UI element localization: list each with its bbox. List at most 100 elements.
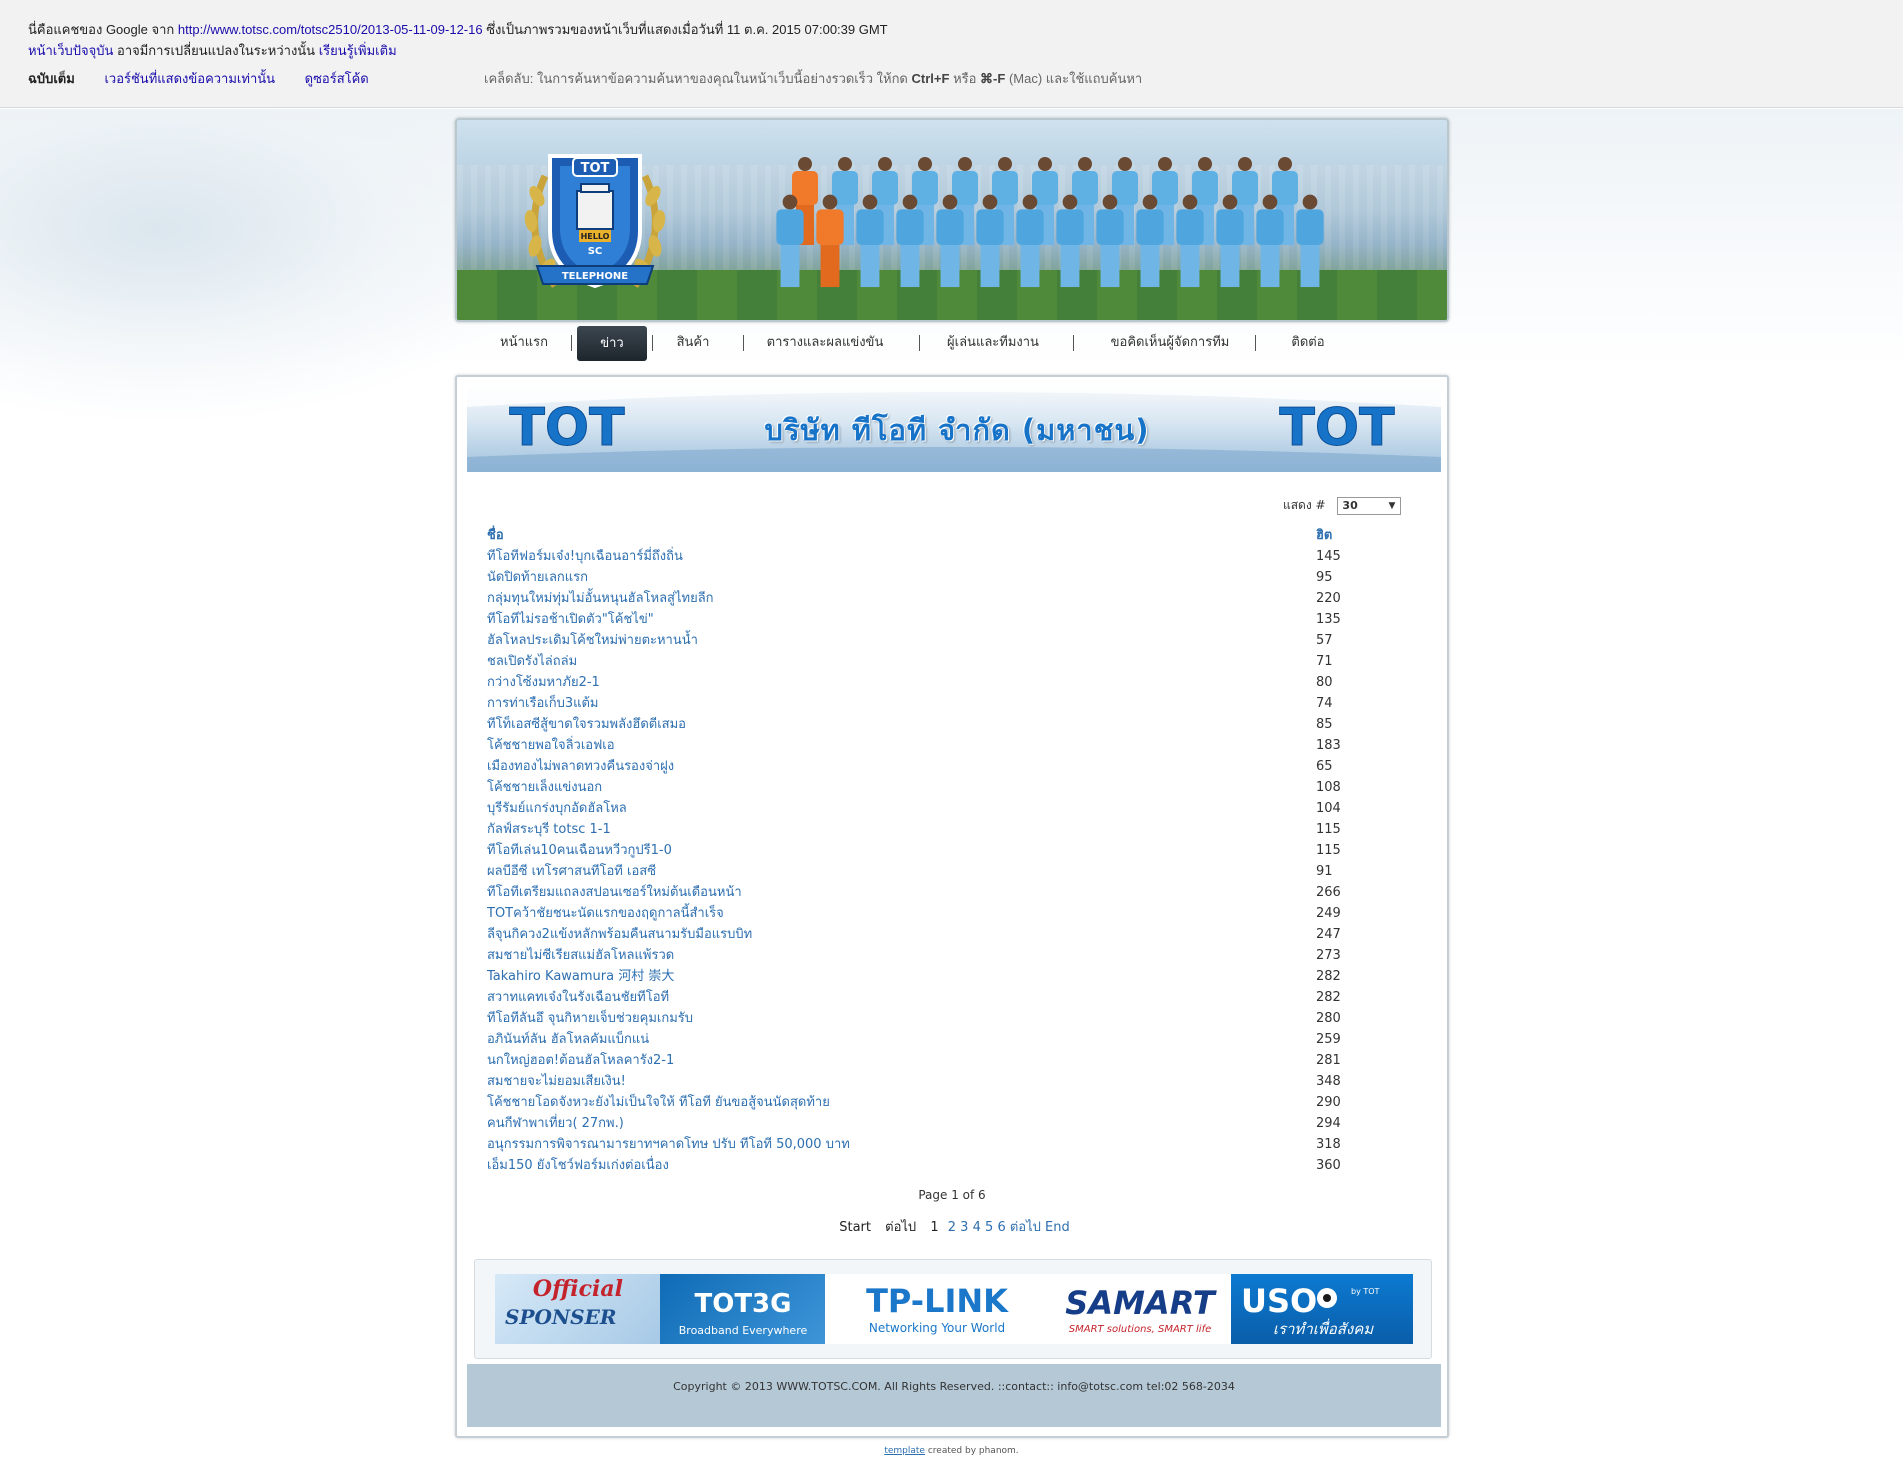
pagination-page-5[interactable]: 5	[985, 1220, 993, 1235]
nav-manager-opinion[interactable]: ขอคิดเห็นผู้จัดการทีม	[1090, 324, 1250, 362]
player-figure	[1296, 194, 1324, 288]
table-row: ฮัลโหลประเดิมโค้ชใหม่พ่ายตะหานน้ำ 57	[487, 630, 1407, 651]
news-title-link[interactable]: เอ็ม150 ยังโชว์ฟอร์มเก่งต่อเนื่อง	[487, 1155, 669, 1176]
news-title-link[interactable]: ทีโอทีเตรียมแถลงสปอนเซอร์ใหม่ต้นเดือนหน้…	[487, 882, 742, 903]
news-title-link[interactable]: คนกีฬาพาเที่ยว( 27กพ.)	[487, 1113, 624, 1134]
news-hit-count: 183	[1316, 738, 1341, 753]
table-row: โค้ชชายเล็งแข่งนอก 108	[487, 777, 1407, 798]
pagination: Start ต่อไป 1 2 3 4 5 6 ต่อไป End	[457, 1216, 1447, 1237]
svg-text:USO: USO	[1241, 1282, 1317, 1320]
news-title-link[interactable]: โค้ชชายโอดจังหวะยังไม่เป็นใจให้ ทีโอที ย…	[487, 1092, 830, 1113]
news-title-link[interactable]: กว่างโซ้งมหาภัย2-1	[487, 672, 600, 693]
news-title-link[interactable]: สมชายจะไม่ยอมเสียเงิน!	[487, 1071, 626, 1092]
cache-suffix: ซึ่งเป็นภาพรวมของหน้าเว็บที่แสดงเมื่อวัน…	[486, 22, 888, 37]
news-title-link[interactable]: กัลฟ์สระบุรี totsc 1-1	[487, 819, 611, 840]
news-title-link[interactable]: โค้ชชายเล็งแข่งนอก	[487, 777, 602, 798]
table-row: อนุกรรมการพิจารณามารยาทฯคาดโทษ ปรับ ทีโอ…	[487, 1134, 1407, 1155]
news-hit-count: 318	[1316, 1137, 1341, 1152]
nav-products[interactable]: สินค้า	[658, 324, 728, 362]
table-row: เมืองทองไม่พลาดทวงคืนรองจ่าฝูง 65	[487, 756, 1407, 777]
nav-contact[interactable]: ติดต่อ	[1268, 324, 1348, 362]
tip-text: เคล็ดลับ: ในการค้นหาข้อความค้นหาของคุณใน…	[484, 71, 908, 86]
pagination-next[interactable]: ต่อไป	[1010, 1220, 1041, 1235]
display-count-control: แสดง # 30 ▼	[1283, 496, 1402, 515]
sponsor-tplink-logo[interactable]: TP-LINK Networking Your World	[824, 1274, 1049, 1344]
pagination-page-3[interactable]: 3	[960, 1220, 968, 1235]
news-hit-count: 85	[1316, 717, 1333, 732]
pagination-page-2[interactable]: 2	[948, 1220, 956, 1235]
nav-home[interactable]: หน้าแรก	[484, 324, 564, 362]
nav-fixtures-results[interactable]: ตารางและผลแข่งขัน	[760, 324, 890, 362]
news-title-link[interactable]: นัดปิดท้ายเลกแรก	[487, 567, 588, 588]
news-hit-count: 290	[1316, 1095, 1341, 1110]
svg-text:HELLO: HELLO	[581, 232, 610, 241]
news-title-link[interactable]: การท่าเรือเก็บ3แต้ม	[487, 693, 598, 714]
footer-bar: Copyright © 2013 WWW.TOTSC.COM. All Righ…	[467, 1364, 1441, 1427]
news-hit-count: 57	[1316, 633, 1333, 648]
column-title-sort[interactable]: ชื่อ	[487, 525, 504, 546]
learn-more-link[interactable]: เรียนรู้เพิ่มเติม	[319, 43, 397, 58]
club-crest-logo: TOT HELLO SC TELEPHONE	[524, 154, 666, 289]
news-title-link[interactable]: สวาทแคทเจ๋งในรังเฉือนชัยทีโอที	[487, 987, 669, 1008]
team-photo	[776, 157, 1324, 288]
news-hit-count: 95	[1316, 570, 1333, 585]
news-title-link[interactable]: ชลเปิดรังไล่ถล่ม	[487, 651, 577, 672]
news-hit-count: 249	[1316, 906, 1341, 921]
news-title-link[interactable]: TOTคว้าชัยชนะนัดแรกของฤดูกาลนี้สำเร็จ	[487, 903, 724, 924]
cache-view-tabs: ฉบับเต็ม เวอร์ชันที่แสดงข้อความเท่านั้น …	[28, 68, 395, 89]
svg-text:SMART solutions, SMART life: SMART solutions, SMART life	[1069, 1324, 1212, 1335]
pagination-end[interactable]: End	[1045, 1220, 1070, 1235]
news-title-link[interactable]: ทีโอทีฟอร์มเจ๋ง!บุกเฉือนอาร์มี่ถึงถิ่น	[487, 546, 683, 567]
news-title-link[interactable]: Takahiro Kawamura 河村 崇大	[487, 966, 674, 987]
pagination-page-4[interactable]: 4	[973, 1220, 981, 1235]
logo-tot-text: TOT	[581, 161, 610, 176]
news-title-link[interactable]: อนุกรรมการพิจารณามารยาทฯคาดโทษ ปรับ ทีโอ…	[487, 1134, 850, 1155]
template-link[interactable]: template	[884, 1446, 925, 1456]
tab-text-only[interactable]: เวอร์ชันที่แสดงข้อความเท่านั้น	[104, 68, 275, 89]
table-row: ชลเปิดรังไล่ถล่ม 71	[487, 651, 1407, 672]
news-title-link[interactable]: ผลบีอีซี เทโรศาสนทีโอที เอสซี	[487, 861, 656, 882]
tip-or: หรือ	[953, 71, 977, 86]
news-title-link[interactable]: ทีโอทีไม่รอช้าเปิดตัว"โค้ชไข่"	[487, 609, 654, 630]
news-title-link[interactable]: โค้ชชายพอใจลิ่วเอฟเอ	[487, 735, 615, 756]
nav-players-staff[interactable]: ผู้เล่นและทีมงาน	[933, 324, 1053, 362]
nav-news[interactable]: ข่าว	[577, 326, 647, 361]
sponsor-samart-logo[interactable]: SAMART SMART solutions, SMART life	[1048, 1274, 1232, 1344]
table-row: Takahiro Kawamura 河村 崇大 282	[487, 966, 1407, 987]
tab-view-source[interactable]: ดูซอร์สโค้ด	[305, 68, 369, 89]
news-title-link[interactable]: สมชายไม่ซีเรียสแม่ฮัลโหลแพ้รวด	[487, 945, 674, 966]
pagination-page-1: 1	[930, 1220, 939, 1235]
news-hit-count: 247	[1316, 927, 1341, 942]
pagination-page-6[interactable]: 6	[997, 1220, 1005, 1235]
display-count-select[interactable]: 30 ▼	[1337, 496, 1402, 515]
news-title-link[interactable]: บุรีรัมย์แกร่งบุกอัดฮัลโหล	[487, 798, 627, 819]
table-row: ทีโอทีเตรียมแถลงสปอนเซอร์ใหม่ต้นเดือนหน้…	[487, 882, 1407, 903]
news-title-link[interactable]: ลีจุนกิควง2แข้งหลักพร้อมคืนสนามรับมือแรบ…	[487, 924, 752, 945]
news-title-link[interactable]: อภินันท์ลัน ฮัลโหลคัมแบ็กแน่	[487, 1029, 649, 1050]
news-title-link[interactable]: ทีโอทีลันอึ จุนกิหายเจ็บช่วยคุมเกมรับ	[487, 1008, 693, 1029]
official-sponsor-label: Official SPONSER	[495, 1274, 660, 1344]
news-title-link[interactable]: ทีโอทีเล่น10คนเฉือนหวีวกูปรี1-0	[487, 840, 672, 861]
news-hit-count: 294	[1316, 1116, 1341, 1131]
news-hit-count: 259	[1316, 1032, 1341, 1047]
current-page-link[interactable]: หน้าเว็บปัจจุบัน	[28, 43, 113, 58]
svg-text:SPONSER: SPONSER	[505, 1305, 617, 1329]
sponsor-tot3g-logo[interactable]: TOT3G Broadband Everywhere	[659, 1274, 825, 1344]
column-hits-sort[interactable]: ฮิต	[1316, 525, 1332, 546]
news-title-link[interactable]: นกใหญ่ฮอต!ต้อนฮัลโหลคารัง2-1	[487, 1050, 674, 1071]
sponsor-uso-logo[interactable]: USO by TOT เราทำเพื่อสังคม	[1231, 1274, 1413, 1344]
table-row: โค้ชชายพอใจลิ่วเอฟเอ 183	[487, 735, 1407, 756]
news-title-link[interactable]: กลุ่มทุนใหม่ทุ่มไม่อั้นหนุนฮัลโหลสู่ไทยล…	[487, 588, 714, 609]
news-title-link[interactable]: ทีโท็เอสซีสู้ขาดใจรวมพลังฮึดตีเสมอ	[487, 714, 686, 735]
news-hit-count: 74	[1316, 696, 1333, 711]
cache-url-link[interactable]: http://www.totsc.com/totsc2510/2013-05-1…	[178, 22, 483, 37]
news-title-link[interactable]: เมืองทองไม่พลาดทวงคืนรองจ่าฝูง	[487, 756, 674, 777]
table-row: ทีโอทีลันอึ จุนกิหายเจ็บช่วยคุมเกมรับ 280	[487, 1008, 1407, 1029]
news-title-link[interactable]: ฮัลโหลประเดิมโค้ชใหม่พ่ายตะหานน้ำ	[487, 630, 698, 651]
tot-company-banner: TOT TOT บริษัท ทีโอที จำกัด (มหาชน)	[467, 387, 1441, 472]
tab-full-version[interactable]: ฉบับเต็ม	[28, 68, 75, 89]
pagination-start: Start	[839, 1220, 871, 1235]
news-hit-count: 115	[1316, 843, 1341, 858]
table-row: ลีจุนกิควง2แข้งหลักพร้อมคืนสนามรับมือแรบ…	[487, 924, 1407, 945]
table-row: นัดปิดท้ายเลกแรก 95	[487, 567, 1407, 588]
